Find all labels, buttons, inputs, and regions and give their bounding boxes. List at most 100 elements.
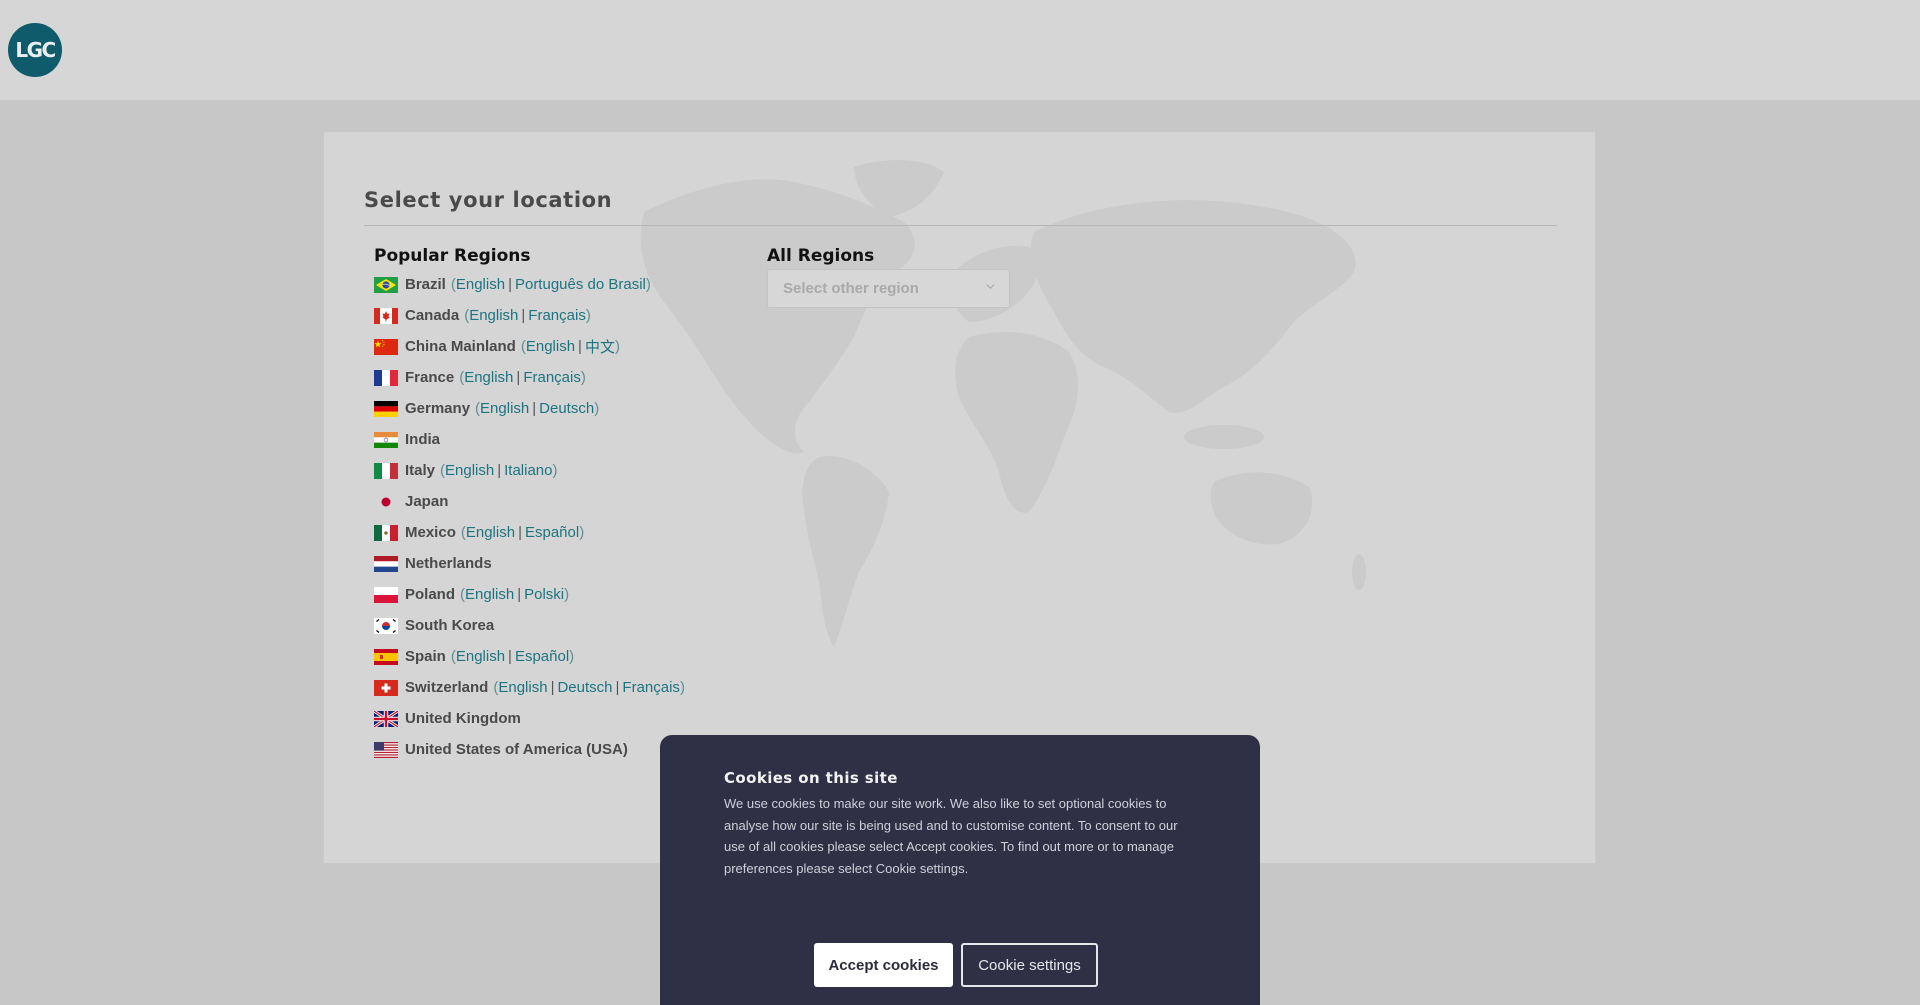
world-map-background bbox=[640, 160, 1366, 647]
region-item: Switzerland(English | Deutsch | Français) bbox=[374, 672, 685, 703]
flag-canada-icon bbox=[374, 307, 398, 324]
flag-mexico-icon bbox=[374, 524, 398, 541]
accept-cookies-button[interactable]: Accept cookies bbox=[814, 943, 953, 987]
region-country-link[interactable]: Germany bbox=[405, 400, 470, 417]
language-link[interactable]: Deutsch bbox=[539, 400, 594, 417]
language-separator: | bbox=[516, 369, 521, 386]
paren-close: ) bbox=[564, 586, 570, 603]
chevron-down-icon bbox=[986, 284, 995, 289]
region-country-link[interactable]: Canada bbox=[405, 307, 459, 324]
language-separator: | bbox=[550, 679, 555, 696]
language-link[interactable]: Español bbox=[515, 648, 569, 665]
region-country-link[interactable]: United Kingdom bbox=[405, 710, 521, 727]
region-item: China Mainland(English | 中文) bbox=[374, 331, 685, 362]
flag-south-korea-icon bbox=[374, 617, 398, 634]
paren-close: ) bbox=[552, 462, 558, 479]
language-separator: | bbox=[518, 524, 522, 541]
flag-usa-icon bbox=[374, 741, 398, 758]
flag-spain-icon bbox=[374, 648, 398, 665]
region-item: Germany(English | Deutsch) bbox=[374, 393, 685, 424]
flag-japan-icon bbox=[374, 493, 398, 510]
language-link[interactable]: English bbox=[464, 369, 513, 386]
cookie-banner: Cookies on this site We use cookies to m… bbox=[660, 735, 1260, 1005]
language-link[interactable]: Français bbox=[523, 369, 581, 386]
language-separator: | bbox=[532, 400, 537, 417]
language-link[interactable]: English bbox=[526, 338, 575, 355]
region-item: Japan bbox=[374, 486, 685, 517]
region-country-link[interactable]: India bbox=[405, 431, 440, 448]
region-item: United States of America (USA) bbox=[374, 734, 685, 765]
flag-poland-icon bbox=[374, 586, 398, 603]
region-country-link[interactable]: Netherlands bbox=[405, 555, 492, 572]
region-item: Brazil(English | Português do Brasil) bbox=[374, 269, 685, 300]
language-link[interactable]: Polski bbox=[524, 586, 564, 603]
region-item: United Kingdom bbox=[374, 703, 685, 734]
region-country-link[interactable]: Spain bbox=[405, 648, 446, 665]
language-link[interactable]: English bbox=[469, 307, 518, 324]
paren-close: ) bbox=[679, 679, 685, 696]
flag-uk-icon bbox=[374, 710, 398, 727]
language-separator: | bbox=[508, 648, 512, 665]
cookie-banner-text: We use cookies to make our site work. We… bbox=[724, 796, 1178, 876]
region-item: Poland(English | Polski) bbox=[374, 579, 685, 610]
region-item: South Korea bbox=[374, 610, 685, 641]
language-link[interactable]: English bbox=[456, 648, 505, 665]
flag-brazil-icon bbox=[374, 276, 398, 293]
language-link[interactable]: Français bbox=[528, 307, 586, 324]
paren-close: ) bbox=[569, 648, 575, 665]
region-item: Netherlands bbox=[374, 548, 685, 579]
flag-germany-icon bbox=[374, 400, 398, 417]
region-country-link[interactable]: Italy bbox=[405, 462, 435, 479]
flag-china-icon bbox=[374, 338, 398, 355]
region-country-link[interactable]: Mexico bbox=[405, 524, 456, 541]
paren-close: ) bbox=[585, 307, 591, 324]
region-country-link[interactable]: South Korea bbox=[405, 617, 494, 634]
language-link[interactable]: Italiano bbox=[504, 462, 552, 479]
region-country-link[interactable]: Japan bbox=[405, 493, 448, 510]
region-country-link[interactable]: Switzerland bbox=[405, 679, 488, 696]
region-country-link[interactable]: China Mainland bbox=[405, 338, 516, 355]
language-link[interactable]: 中文 bbox=[585, 336, 615, 357]
language-link[interactable]: Español bbox=[525, 524, 579, 541]
popular-regions-list: Brazil(English | Português do Brasil) Canad… bbox=[374, 269, 685, 765]
language-separator: | bbox=[497, 462, 502, 479]
language-link[interactable]: English bbox=[465, 586, 514, 603]
lgc-logo[interactable]: LGC bbox=[8, 23, 62, 77]
language-separator: | bbox=[508, 276, 512, 293]
flag-netherlands-icon bbox=[374, 555, 398, 572]
language-link[interactable]: Français bbox=[622, 679, 680, 696]
language-separator: | bbox=[521, 307, 526, 324]
language-separator: | bbox=[578, 338, 582, 355]
language-separator: | bbox=[517, 586, 522, 603]
cookie-settings-button[interactable]: Cookie settings bbox=[961, 943, 1098, 987]
region-country-link[interactable]: United States of America (USA) bbox=[405, 741, 628, 758]
region-item: Canada(English | Français) bbox=[374, 300, 685, 331]
flag-switzerland-icon bbox=[374, 679, 398, 696]
paren-close: ) bbox=[579, 524, 585, 541]
paren-close: ) bbox=[594, 400, 600, 417]
site-header: LGC bbox=[0, 0, 1920, 100]
region-item: Mexico(English | Español) bbox=[374, 517, 685, 548]
region-country-link[interactable]: France bbox=[405, 369, 454, 386]
language-link[interactable]: Português do Brasil bbox=[515, 276, 646, 293]
language-link[interactable]: English bbox=[498, 679, 547, 696]
language-separator: | bbox=[615, 679, 620, 696]
region-select[interactable]: Select other region bbox=[767, 269, 1010, 308]
cookie-banner-title: Cookies on this site bbox=[724, 769, 898, 787]
flag-france-icon bbox=[374, 369, 398, 386]
flag-india-icon bbox=[374, 431, 398, 448]
all-regions-heading: All Regions bbox=[767, 246, 875, 266]
language-link[interactable]: English bbox=[456, 276, 505, 293]
language-link[interactable]: Deutsch bbox=[557, 679, 612, 696]
region-country-link[interactable]: Brazil bbox=[405, 276, 446, 293]
region-select-placeholder: Select other region bbox=[783, 280, 919, 297]
paren-close: ) bbox=[580, 369, 586, 386]
language-link[interactable]: English bbox=[480, 400, 529, 417]
language-link[interactable]: English bbox=[466, 524, 515, 541]
paren-close: ) bbox=[614, 338, 620, 355]
region-item: Spain(English | Español) bbox=[374, 641, 685, 672]
region-item: France(English | Français) bbox=[374, 362, 685, 393]
language-link[interactable]: English bbox=[445, 462, 494, 479]
region-country-link[interactable]: Poland bbox=[405, 586, 455, 603]
region-item: Italy(English | Italiano) bbox=[374, 455, 685, 486]
